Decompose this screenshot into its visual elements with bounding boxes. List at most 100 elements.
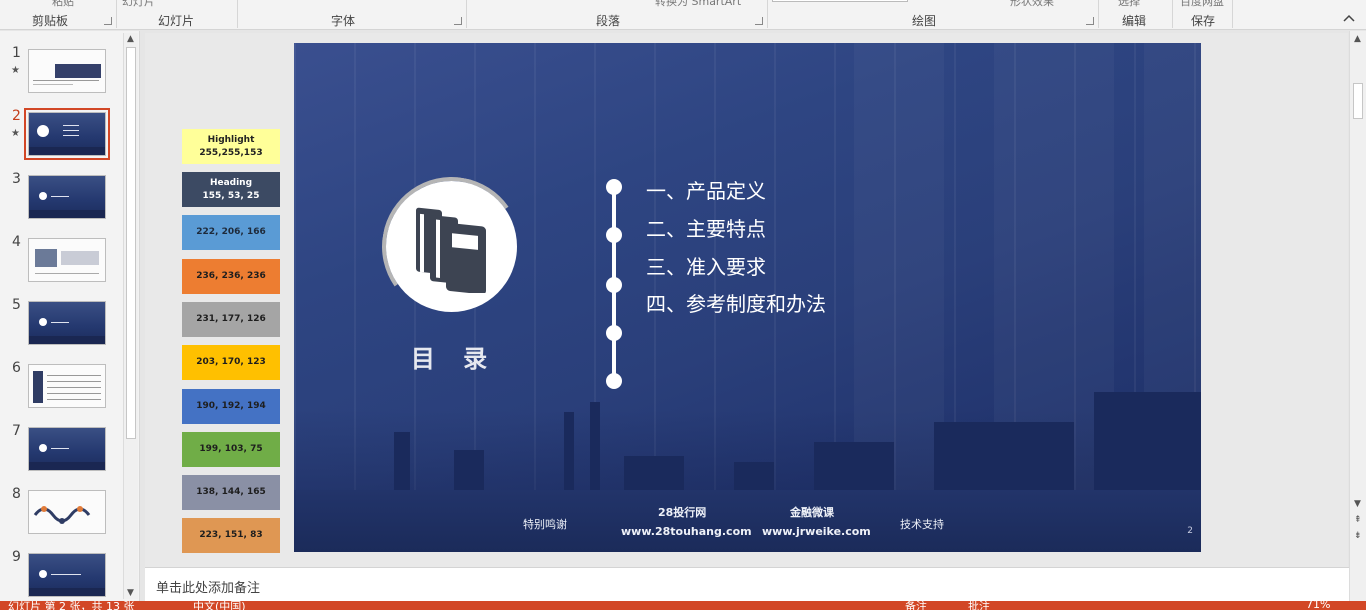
baidu-netdisk-label[interactable]: 百度网盘: [1180, 0, 1224, 9]
collapse-ribbon-icon[interactable]: [1342, 12, 1356, 26]
preview-line: [51, 322, 69, 323]
slide-number: 1: [12, 45, 21, 61]
preview-line: [47, 375, 101, 376]
zoom-level[interactable]: 71%: [1306, 601, 1330, 610]
slide-preview: [28, 364, 106, 408]
slide-preview: [28, 490, 106, 534]
timeline-dot: [606, 277, 622, 293]
toc-title: 目 录: [410, 345, 498, 373]
toc-item[interactable]: 四、参考制度和办法: [646, 288, 826, 317]
toc-item[interactable]: 一、产品定义: [646, 175, 766, 204]
shape-gallery[interactable]: [772, 0, 908, 2]
thumbnail-slide-5[interactable]: 5: [0, 283, 124, 345]
scroll-down-icon[interactable]: ▼: [127, 588, 134, 598]
footer-site1-name: 28投行网: [658, 506, 707, 519]
preview-line: [35, 273, 99, 274]
toc-item[interactable]: 三、准入要求: [646, 251, 766, 280]
preview-line: [33, 80, 99, 81]
thumbnail-slide-9[interactable]: 9: [0, 535, 124, 597]
slide-preview: [24, 108, 110, 160]
scroll-up-icon[interactable]: ▲: [1354, 34, 1361, 44]
drawing-launcher-icon[interactable]: [1086, 17, 1094, 25]
thumbnail-slide-7[interactable]: 7: [0, 409, 124, 471]
divider: [466, 0, 467, 28]
scroll-up-icon[interactable]: ▲: [127, 34, 134, 44]
preview-line: [51, 574, 81, 575]
scrollbar-thumb[interactable]: [126, 47, 136, 439]
preview-circle: [39, 318, 47, 326]
slide-page-number: 2: [1187, 526, 1193, 536]
divider: [237, 0, 238, 28]
divider: [767, 0, 768, 28]
timeline-dot: [606, 373, 622, 389]
scrollbar-thumb[interactable]: [1353, 83, 1363, 119]
group-slides: 幻灯片: [158, 14, 195, 28]
convert-smartart-label[interactable]: 转换为 SmartArt: [655, 0, 741, 9]
group-save: 保存: [1191, 14, 1216, 28]
notes-button[interactable]: 备注: [905, 601, 927, 610]
preview-sidebar: [33, 371, 43, 403]
color-swatch[interactable]: 190, 192, 194: [182, 389, 280, 424]
thumbnail-slide-2[interactable]: 2 ★: [0, 94, 124, 160]
shape-effects-label[interactable]: 形状效果: [1010, 0, 1054, 9]
preview-line: [47, 393, 101, 394]
footer-support: 技术支持: [900, 518, 944, 531]
background-ground: [294, 490, 1201, 552]
paste-label[interactable]: 粘贴: [52, 0, 74, 9]
preview-wave: [33, 506, 91, 524]
preview-footer: [29, 210, 105, 218]
slide-preview: [28, 175, 106, 219]
toc-item[interactable]: 二、主要特点: [646, 213, 766, 242]
slide-number: 2: [12, 108, 21, 124]
language-indicator[interactable]: 中文(中国): [193, 601, 246, 610]
paragraph-launcher-icon[interactable]: [755, 17, 763, 25]
divider: [1232, 0, 1233, 28]
notes-pane[interactable]: 单击此处添加备注: [145, 567, 1349, 601]
color-swatch[interactable]: 203, 170, 123: [182, 345, 280, 380]
status-bar: 幻灯片 第 2 张，共 13 张 中文(中国) 备注 批注 71%: [0, 601, 1366, 610]
slide-scrollbar[interactable]: ▲ ▼ ⇞ ⇟: [1349, 31, 1366, 601]
timeline-dot: [606, 325, 622, 341]
slide-canvas[interactable]: 目 录 一、产品定义 二、主要特点 三、准入要求 四、参考制度和办法 特别鸣谢 …: [294, 43, 1201, 552]
select-label[interactable]: 选择: [1118, 0, 1140, 9]
color-swatch[interactable]: 223, 151, 83: [182, 518, 280, 553]
thumbnail-scrollbar[interactable]: ▲ ▼: [123, 33, 138, 599]
color-swatch[interactable]: 231, 177, 126: [182, 302, 280, 337]
color-swatch-heading[interactable]: Heading 155, 53, 25: [182, 172, 280, 207]
clipboard-launcher-icon[interactable]: [104, 17, 112, 25]
thumbnail-slide-8[interactable]: 8: [0, 472, 124, 534]
color-swatch-highlight[interactable]: Highlight 255,255,153: [182, 129, 280, 164]
preview-circle: [39, 570, 47, 578]
background-skyline: [294, 372, 1201, 492]
color-swatch[interactable]: 199, 103, 75: [182, 432, 280, 467]
notes-placeholder: 单击此处添加备注: [156, 581, 261, 596]
preview-title-band: [55, 64, 101, 78]
color-swatch[interactable]: 236, 236, 236: [182, 259, 280, 294]
slide-number: 8: [12, 486, 21, 502]
slide-number: 9: [12, 549, 21, 565]
thumbnail-slide-1[interactable]: 1 ★: [0, 31, 124, 93]
preview-line: [51, 196, 69, 197]
color-swatch[interactable]: 138, 144, 165: [182, 475, 280, 510]
preview-line: [63, 130, 79, 131]
footer-site1-url: www.28touhang.com: [621, 525, 752, 538]
next-slide-icon[interactable]: ⇟: [1354, 531, 1362, 541]
group-editing: 编辑: [1122, 14, 1147, 28]
animation-star-icon: ★: [11, 128, 20, 139]
font-launcher-icon[interactable]: [454, 17, 462, 25]
comments-button[interactable]: 批注: [968, 601, 990, 610]
divider: [1098, 0, 1099, 28]
scroll-down-icon[interactable]: ▼: [1354, 499, 1361, 509]
thumbnail-slide-4[interactable]: 4: [0, 220, 124, 282]
new-slide-label[interactable]: 幻灯片: [122, 0, 155, 9]
preview-line: [63, 125, 79, 126]
preview-line: [47, 387, 101, 388]
previous-slide-icon[interactable]: ⇞: [1354, 515, 1362, 525]
preview-image: [35, 249, 57, 267]
thumbnail-slide-6[interactable]: 6: [0, 346, 124, 408]
color-swatch[interactable]: 222, 206, 166: [182, 215, 280, 250]
preview-circle: [39, 192, 47, 200]
thumbnail-slide-3[interactable]: 3: [0, 157, 124, 219]
preview-line: [47, 381, 101, 382]
footer-site2-url: www.jrweike.com: [762, 525, 871, 538]
